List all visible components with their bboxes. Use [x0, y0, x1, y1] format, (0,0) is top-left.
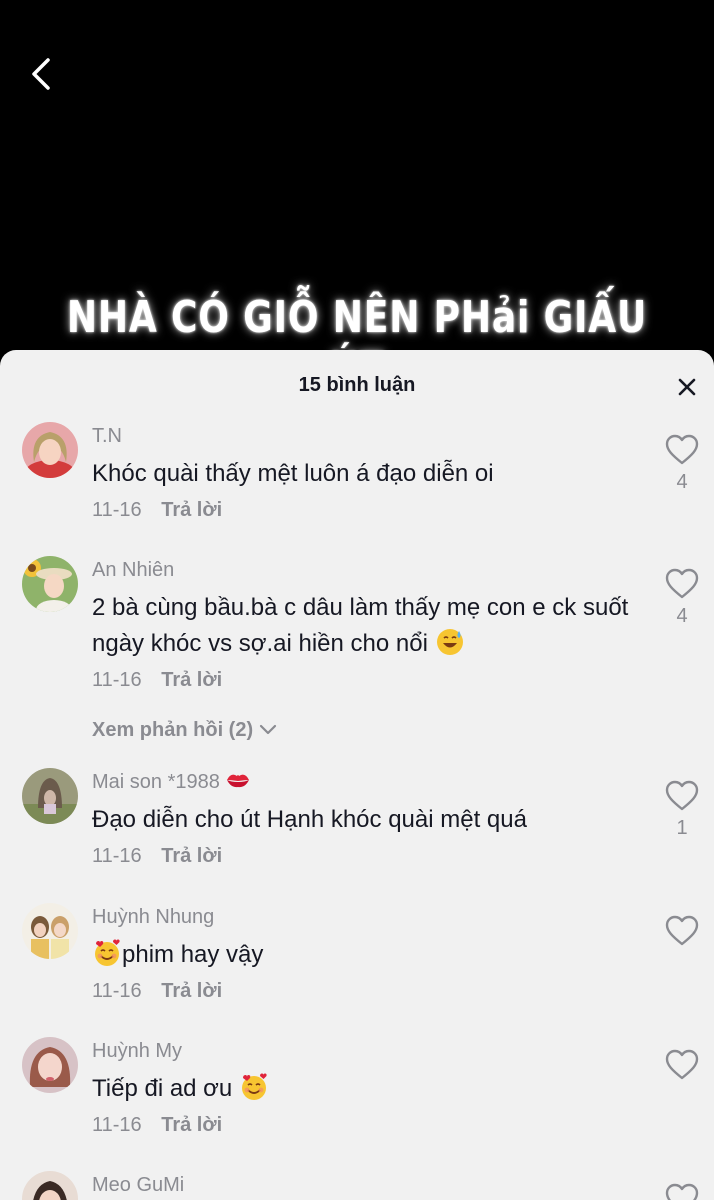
like-count: 4	[676, 605, 688, 627]
heart-icon	[665, 434, 699, 465]
reply-button[interactable]: Trả lời	[161, 845, 222, 867]
kiss-mark-emoji-icon	[227, 774, 250, 788]
comments-sheet: 15 bình luận T.N Khóc quài thấy mệt luôn…	[0, 350, 714, 1200]
avatar[interactable]	[22, 422, 78, 478]
comment-date: 11-16	[92, 845, 142, 867]
sweat-smile-emoji-icon	[436, 629, 463, 655]
comment-username[interactable]: T.N	[92, 422, 634, 450]
comment-username-text: Mai son *1988	[92, 771, 220, 793]
comment-username[interactable]: Meo GuMi	[92, 1171, 634, 1199]
comment-date: 11-16	[92, 669, 142, 691]
comment-count-title: 15 bình luận	[298, 374, 416, 396]
reply-button[interactable]: Trả lời	[161, 499, 222, 521]
comment-meta: 11-16 Trả lời	[92, 1111, 634, 1139]
reply-button[interactable]: Trả lời	[161, 1114, 222, 1136]
smiling-face-with-hearts-emoji-icon	[241, 1073, 267, 1100]
comment-item: Huỳnh Nhung phim hay vậy 11-16 Trả lời	[0, 903, 714, 1037]
comment-text: phim hay vậy	[92, 937, 634, 973]
comment-text: 2 bà cùng bầu.bà c dâu làm thấy mẹ con e…	[92, 590, 634, 662]
like-button[interactable]	[658, 1049, 706, 1081]
reply-button[interactable]: Trả lời	[161, 980, 222, 1002]
like-button[interactable]: 1	[658, 780, 706, 840]
like-button[interactable]: 4	[658, 434, 706, 494]
heart-icon	[665, 780, 699, 811]
comment-date: 11-16	[92, 499, 142, 521]
close-icon	[678, 378, 696, 396]
back-button[interactable]	[22, 52, 62, 96]
comment-meta: 11-16 Trả lời	[92, 842, 634, 870]
comment-text: Tiếp đi ad ơu	[92, 1071, 634, 1107]
avatar[interactable]	[22, 1171, 78, 1200]
view-replies-button[interactable]: Xem phản hồi (2)	[92, 716, 277, 744]
close-button[interactable]	[672, 372, 702, 402]
comment-item: Meo GuMi	[0, 1171, 714, 1200]
comment-text-content: 2 bà cùng bầu.bà c dâu làm thấy mẹ con e…	[92, 594, 629, 657]
comment-username[interactable]: Huỳnh Nhung	[92, 903, 634, 931]
video-area[interactable]: NHÀ CÓ GIỖ NÊN PHải GIẤU ÚT	[0, 0, 714, 394]
comment-date: 11-16	[92, 1114, 142, 1136]
like-count: 4	[676, 471, 688, 493]
comment-text-content: phim hay vậy	[122, 941, 264, 968]
comment-item: T.N Khóc quài thấy mệt luôn á đạo diễn o…	[0, 422, 714, 556]
comment-username[interactable]: Mai son *1988	[92, 768, 634, 796]
like-button[interactable]	[658, 1183, 706, 1200]
comment-item: An Nhiên 2 bà cùng bầu.bà c dâu làm thấy…	[0, 556, 714, 768]
avatar[interactable]	[22, 556, 78, 612]
heart-icon	[665, 568, 699, 599]
heart-icon	[665, 1049, 699, 1080]
avatar[interactable]	[22, 768, 78, 824]
sheet-header: 15 bình luận	[0, 350, 714, 422]
comment-list[interactable]: T.N Khóc quài thấy mệt luôn á đạo diễn o…	[0, 422, 714, 1200]
like-button[interactable]	[658, 915, 706, 947]
view-replies-label: Xem phản hồi (2)	[92, 719, 254, 741]
comment-item: Huỳnh My Tiếp đi ad ơu 11-16 Trả lời	[0, 1037, 714, 1171]
comment-meta: 11-16 Trả lời	[92, 666, 634, 694]
avatar[interactable]	[22, 903, 78, 959]
smiling-face-with-hearts-emoji-icon	[95, 939, 120, 966]
comment-text: Đạo diễn cho út Hạnh khóc quài mệt quá	[92, 806, 527, 833]
comment-meta: 11-16 Trả lời	[92, 977, 634, 1005]
comment-text-content: Tiếp đi ad ơu	[92, 1075, 233, 1102]
like-count: 1	[676, 817, 688, 839]
comment-date: 11-16	[92, 980, 142, 1002]
comment-item: Mai son *1988 Đạo diễn cho út Hạnh khóc …	[0, 768, 714, 903]
comment-username[interactable]: Huỳnh My	[92, 1037, 634, 1065]
comment-text: Khóc quài thấy mệt luôn á đạo diễn oi	[92, 460, 494, 487]
comment-meta: 11-16 Trả lời	[92, 496, 634, 524]
heart-icon	[665, 915, 699, 946]
heart-icon	[665, 1183, 699, 1200]
reply-button[interactable]: Trả lời	[161, 669, 222, 691]
avatar[interactable]	[22, 1037, 78, 1093]
comment-username[interactable]: An Nhiên	[92, 556, 634, 584]
chevron-down-icon	[259, 724, 276, 735]
chevron-left-icon	[32, 58, 50, 90]
like-button[interactable]: 4	[658, 568, 706, 628]
